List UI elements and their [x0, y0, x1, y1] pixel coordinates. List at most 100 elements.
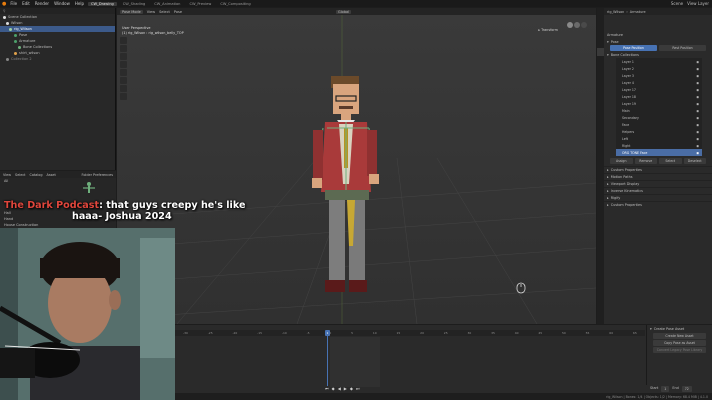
rest-position-button[interactable]: Rest Position — [659, 45, 706, 51]
menu-help[interactable]: Help — [74, 1, 85, 6]
visibility-eye-icon[interactable]: ◉ — [696, 95, 699, 99]
bone-collection-item[interactable]: Layer 1 ◉ — [616, 58, 702, 65]
visibility-eye-icon[interactable]: ◉ — [696, 109, 699, 113]
viewport-menu-pose[interactable]: Pose — [174, 10, 182, 14]
bone-collection-item[interactable]: Layer 4 ◉ — [616, 79, 702, 86]
jump-start-icon[interactable]: ⏮ — [325, 386, 329, 391]
deselect-button[interactable]: Deselect — [683, 158, 706, 164]
remove-button[interactable]: Remove — [634, 158, 657, 164]
bone-collection-item[interactable]: ORG TONE Face ◉ — [616, 149, 702, 156]
scene-tab-icon[interactable] — [597, 32, 604, 40]
visibility-eye-icon[interactable]: ◉ — [696, 116, 699, 120]
blender-logo-icon[interactable]: ● — [2, 1, 6, 7]
workspace-tab-compositing[interactable]: CW_Compositing — [217, 2, 253, 6]
menu-file[interactable]: File — [9, 1, 18, 6]
menu-window[interactable]: Window — [53, 1, 71, 6]
bone-collection-item[interactable]: Secondary ◉ — [616, 114, 702, 121]
scene-selector[interactable]: Scene — [671, 1, 683, 6]
view-layer-selector[interactable]: View Layer — [687, 1, 709, 6]
prev-keyframe-icon[interactable]: ◆ — [332, 386, 335, 391]
start-frame-field[interactable]: 1 — [661, 386, 670, 392]
bone-collection-item[interactable]: Main ◉ — [616, 107, 702, 114]
asset-menu-select[interactable]: Select — [15, 173, 25, 177]
tool-tab-icon[interactable] — [597, 8, 604, 16]
select-button[interactable]: Select — [659, 158, 682, 164]
bone-collection-item[interactable]: Face ◉ — [616, 121, 702, 128]
workspace-tab-drawing[interactable]: CW_Drawing — [87, 1, 117, 6]
timeline-ruler[interactable]: -30 -25 -20 -15 -10 -5 0 5 10 15 20 25 30 35 40 45 50 55 6… — [175, 330, 645, 336]
annotate-tool-icon[interactable] — [120, 85, 127, 92]
bone-collection-item[interactable]: Layer 3 ◉ — [616, 72, 702, 79]
3d-viewport[interactable]: ▸ Transform — [117, 8, 596, 324]
create-new-asset-button[interactable]: Create New Asset — [653, 333, 706, 339]
pose-panel-title[interactable]: ▾ Create Pose Asset — [647, 325, 712, 332]
convert-legacy-button[interactable]: Convert Legacy Pose Library — [653, 347, 706, 353]
workspace-tab-animation[interactable]: CW_Animation — [151, 2, 183, 6]
bone-collection-item[interactable]: Left ◉ — [616, 135, 702, 142]
pose-position-button[interactable]: Pose Position — [610, 45, 657, 51]
visibility-eye-icon[interactable]: ◉ — [696, 137, 699, 141]
assign-button[interactable]: Assign — [610, 158, 633, 164]
asset-thumbnail[interactable] — [80, 180, 98, 198]
scale-tool-icon[interactable] — [120, 69, 127, 76]
copy-pose-asset-button[interactable]: Copy Pose as Asset — [653, 340, 706, 346]
bone-collection-item[interactable]: Layer 19 ◉ — [616, 100, 702, 107]
asset-menu-catalog[interactable]: Catalog — [30, 173, 43, 177]
asset-menu-view[interactable]: View — [3, 173, 11, 177]
viewport-menu-view[interactable]: View — [147, 10, 155, 14]
visibility-eye-icon[interactable]: ◉ — [696, 67, 699, 71]
transform-orientation-dropdown[interactable]: Global — [336, 9, 352, 14]
visibility-eye-icon[interactable]: ◉ — [696, 130, 699, 134]
visibility-eye-icon[interactable]: ◉ — [696, 81, 699, 85]
mode-dropdown[interactable]: Pose Mode — [120, 9, 143, 14]
armature-data-tab-icon[interactable] — [597, 48, 604, 56]
visibility-eye-icon[interactable]: ◉ — [696, 123, 699, 127]
bone-collection-item[interactable]: Right ◉ — [616, 142, 702, 149]
move-tool-icon[interactable] — [120, 53, 127, 60]
end-frame-field[interactable]: 72 — [681, 386, 692, 392]
render-tab-icon[interactable] — [597, 16, 604, 24]
character-rig[interactable] — [309, 74, 429, 314]
viewport-menu-select[interactable]: Select — [159, 10, 170, 14]
select-tool-icon[interactable] — [120, 37, 127, 44]
object-tab-icon[interactable] — [597, 40, 604, 48]
section-viewport-display[interactable]: ▸ Viewport Display — [604, 180, 712, 187]
timeline-editor[interactable] — [175, 325, 712, 400]
navigation-gizmo[interactable] — [565, 18, 589, 32]
armature-datablock[interactable]: Armature — [604, 31, 712, 38]
rotate-tool-icon[interactable] — [120, 61, 127, 68]
next-keyframe-icon[interactable]: ◆ — [350, 386, 353, 391]
asset-entry-all[interactable]: All — [0, 178, 116, 184]
bone-collection-item[interactable]: Layer 2 ◉ — [616, 65, 702, 72]
workspace-tab-shading[interactable]: CW_Shading — [120, 2, 148, 6]
output-tab-icon[interactable] — [597, 24, 604, 32]
workspace-tab-preview[interactable]: CW_Preview — [186, 2, 214, 6]
bone-collection-item[interactable]: Helpers ◉ — [616, 128, 702, 135]
transform-tool-icon[interactable] — [120, 77, 127, 84]
outliner-filter-icon[interactable]: ⚲ — [3, 9, 6, 13]
cursor-tool-icon[interactable] — [120, 45, 127, 52]
visibility-eye-icon[interactable]: ◉ — [696, 144, 699, 148]
bone-collection-item[interactable]: Layer 17 ◉ — [616, 86, 702, 93]
section-rigify[interactable]: ▸ Rigify — [604, 194, 712, 201]
transform-panel-tab[interactable]: ▸ Transform — [538, 28, 558, 32]
menu-edit[interactable]: Edit — [21, 1, 31, 6]
visibility-eye-icon[interactable]: ◉ — [696, 60, 699, 64]
section-custom-properties-2[interactable]: ▸ Custom Properties — [604, 201, 712, 208]
menu-render[interactable]: Render — [34, 1, 50, 6]
section-motion-paths[interactable]: ▸ Motion Paths — [604, 173, 712, 180]
bone-collection-item[interactable]: Layer 18 ◉ — [616, 93, 702, 100]
visibility-eye-icon[interactable]: ◉ — [696, 88, 699, 92]
measure-tool-icon[interactable] — [120, 93, 127, 100]
pose-section-header[interactable]: ▾ Pose — [604, 38, 712, 45]
play-icon[interactable]: ▶ — [344, 386, 347, 391]
visibility-eye-icon[interactable]: ◉ — [696, 102, 699, 106]
outliner-item-collection-2[interactable]: Collection 2 — [0, 56, 115, 62]
section-custom-properties-1[interactable]: ▸ Custom Properties — [604, 166, 712, 173]
asset-menu-asset[interactable]: Asset — [47, 173, 56, 177]
folder-preferences-button[interactable]: Folder Preferences — [82, 173, 117, 177]
visibility-eye-icon[interactable]: ◉ — [696, 74, 699, 78]
play-reverse-icon[interactable]: ◀ — [338, 386, 341, 391]
visibility-eye-icon[interactable]: ◉ — [696, 151, 699, 155]
jump-end-icon[interactable]: ⏭ — [356, 386, 360, 391]
